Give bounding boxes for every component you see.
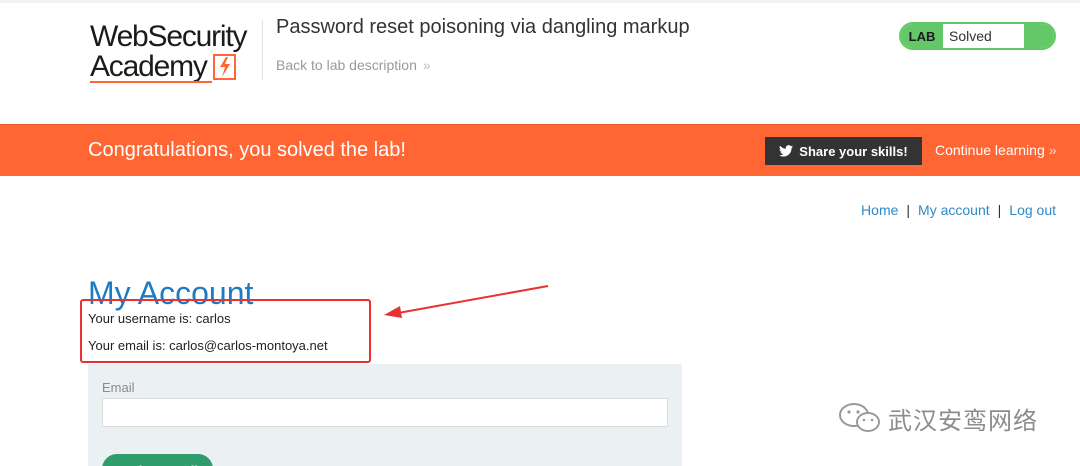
congratulations-message: Congratulations, you solved the lab!	[88, 139, 406, 161]
back-link-label: Back to lab description	[276, 57, 417, 73]
nav-log-out-link[interactable]: Log out	[1009, 202, 1056, 218]
email-field[interactable]	[102, 398, 668, 427]
email-field-label: Email	[102, 380, 135, 395]
header-divider	[262, 20, 263, 80]
logo-text-line1: WebSecurity	[90, 20, 248, 53]
double-chevron-right-icon: »	[1048, 142, 1057, 158]
logo-text-line2: Academy	[90, 50, 208, 83]
wechat-icon	[839, 403, 880, 432]
lab-status-tag: LAB	[901, 24, 943, 48]
continue-learning-label: Continue learning	[935, 142, 1045, 158]
back-to-lab-description-link[interactable]: Back to lab description »	[276, 57, 431, 73]
lab-header: WebSecurity Academy Password reset poiso…	[0, 0, 1080, 124]
double-chevron-right-icon: »	[422, 57, 431, 73]
lab-title: Password reset poisoning via dangling ma…	[276, 16, 690, 38]
highlight-box-annotation	[80, 299, 371, 363]
lab-status-widget: LAB Solved	[899, 22, 1056, 50]
logo-underline	[90, 81, 212, 83]
continue-learning-link[interactable]: Continue learning»	[935, 142, 1057, 158]
web-security-academy-logo[interactable]: WebSecurity Academy	[90, 20, 262, 83]
share-skills-label: Share your skills!	[799, 143, 908, 159]
solved-banner: Congratulations, you solved the lab! Sha…	[0, 124, 1080, 176]
nav-home-link[interactable]: Home	[861, 202, 898, 218]
logo-bolt-icon	[213, 54, 236, 80]
twitter-icon	[779, 145, 794, 157]
page: WebSecurity Academy Password reset poiso…	[0, 0, 1080, 466]
annotation-arrow	[384, 285, 549, 318]
lab-status-indicator	[1024, 24, 1054, 48]
account-nav: Home | My account | Log out	[861, 202, 1056, 218]
top-divider	[0, 0, 1080, 3]
update-email-button[interactable]: Update email	[102, 454, 213, 466]
watermark-text: 武汉安鸾网络	[888, 407, 1038, 435]
wechat-watermark: 武汉安鸾网络	[838, 400, 1038, 436]
nav-my-account-link[interactable]: My account	[918, 202, 990, 218]
lab-status-text: Solved	[949, 28, 992, 44]
nav-separator: |	[906, 202, 911, 218]
nav-separator: |	[997, 202, 1002, 218]
share-skills-button[interactable]: Share your skills!	[765, 137, 922, 165]
